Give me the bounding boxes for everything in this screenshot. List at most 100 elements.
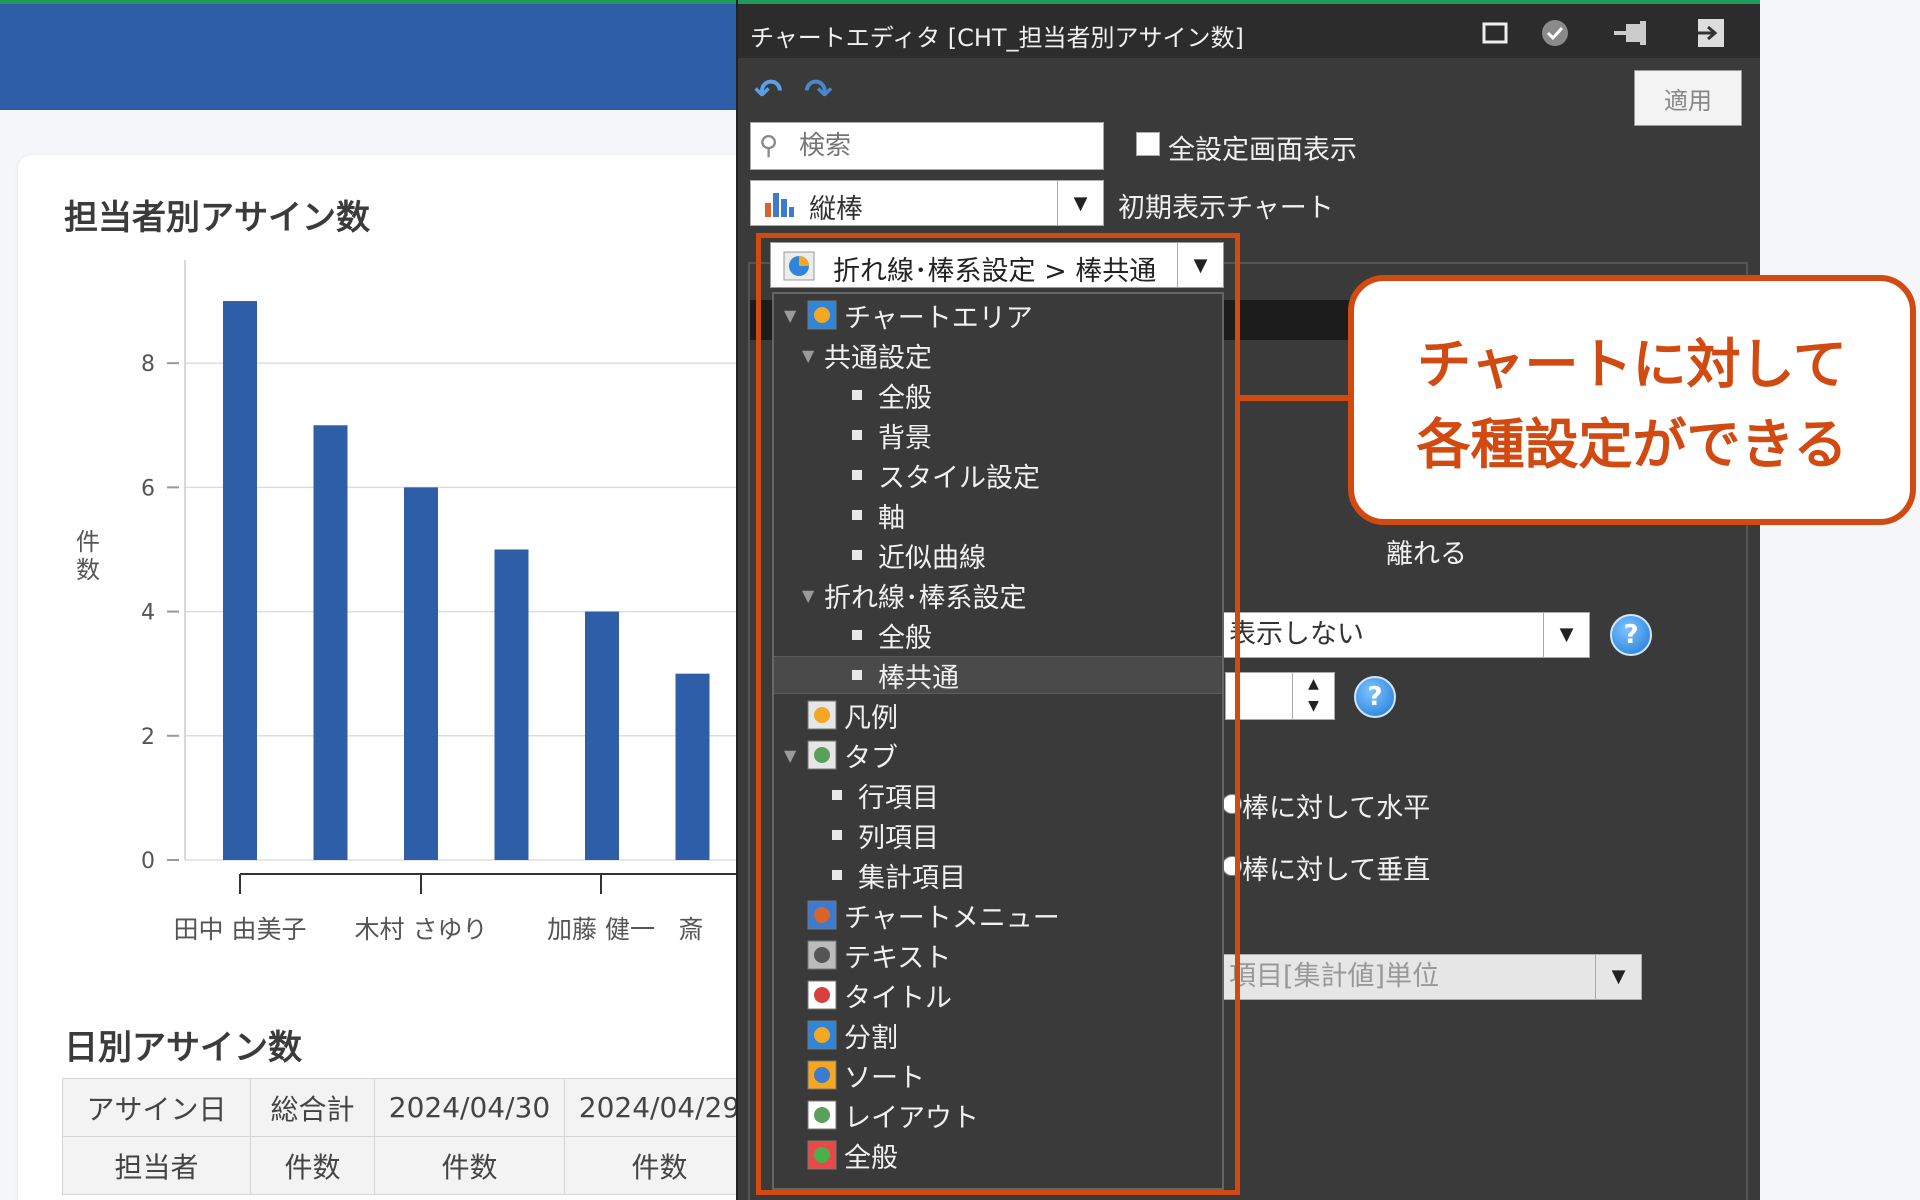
tree-node[interactable]: レイアウト (774, 1096, 1222, 1134)
tree-node[interactable]: 分割 (774, 1016, 1222, 1054)
unit-select[interactable]: 項目[集計値]単位 ▼ (1222, 954, 1642, 1000)
search-input[interactable] (799, 129, 1089, 163)
tree-node-label: タイトル (844, 982, 952, 1014)
table-cell: 件数 (250, 1136, 375, 1195)
pin-icon[interactable] (1612, 16, 1646, 50)
chevron-down-icon[interactable]: ▼ (1543, 613, 1589, 657)
chevron-down-icon[interactable]: ▼ (1595, 955, 1641, 999)
tree-node[interactable]: 背景 (774, 416, 1222, 454)
daily-assign-table: アサイン日 総合計 2024/04/30 2024/04/29 担当者 件数 件… (62, 1078, 755, 1195)
tree-node[interactable]: 軸 (774, 496, 1222, 534)
show-all-checkbox[interactable] (1136, 132, 1160, 156)
sort-icon (807, 1060, 837, 1090)
tree-node-label: 共通設定 (824, 342, 932, 374)
tree-node[interactable]: 近似曲線 (774, 536, 1222, 574)
bullet-icon (852, 670, 862, 680)
dropdown-breadcrumb: 折れ線･棒系設定 > 棒共通 (833, 256, 1157, 287)
legend-icon (807, 700, 837, 730)
tree-node[interactable]: 全般 (774, 1136, 1222, 1174)
number-stepper[interactable]: ▲ ▼ (1225, 672, 1335, 720)
tree-node-label: 全般 (878, 382, 932, 414)
help-icon[interactable]: ? (1354, 676, 1396, 718)
display-select[interactable]: 表示しない ▼ (1222, 612, 1590, 658)
tree-node-label: 全般 (878, 622, 932, 654)
tree-node[interactable]: ソート (774, 1056, 1222, 1094)
tree-node[interactable]: ▼ 折れ線･棒系設定 (774, 576, 1222, 614)
expand-triangle-icon[interactable]: ▼ (784, 306, 806, 325)
layout-icon (807, 1100, 837, 1130)
x-tick-label: 木村 さゆり (355, 915, 488, 944)
chevron-down-icon[interactable]: ▼ (1057, 181, 1103, 225)
bullet-icon (832, 790, 842, 800)
editor-title: チャートエディタ [CHT_担当者別アサイン数] (750, 24, 1244, 52)
tree-node[interactable]: 全般 (774, 376, 1222, 414)
y-tick-label: 4 (141, 601, 155, 626)
tree-node[interactable]: テキスト (774, 936, 1222, 974)
tree-node[interactable]: 集計項目 (774, 856, 1222, 894)
table-subheader-row: 担当者 件数 件数 件数 (62, 1136, 755, 1195)
x-tick-label: 田中 由美子 (174, 915, 307, 944)
stepper-buttons[interactable]: ▲ ▼ (1292, 673, 1334, 719)
tree-node[interactable]: 全般 (774, 616, 1222, 654)
tree-node-label: 凡例 (844, 702, 898, 734)
bullet-icon (852, 630, 862, 640)
chart-type-select[interactable]: 縦棒 ▼ (750, 180, 1104, 226)
tree-node-label: レイアウト (844, 1102, 979, 1134)
chart-menu-icon (807, 900, 837, 930)
table-cell: 2024/04/30 (374, 1078, 565, 1137)
split-icon (807, 1020, 837, 1050)
table-cell: 2024/04/29 (564, 1078, 755, 1137)
tree-node-label: チャートメニュー (844, 902, 1060, 934)
tree-node[interactable]: ▼ 共通設定 (774, 336, 1222, 374)
tree-node[interactable]: 行項目 (774, 776, 1222, 814)
apply-button[interactable]: 適用 (1634, 70, 1742, 126)
tree-node-label: 集計項目 (858, 862, 966, 894)
bar-chart: 0 2 4 6 8 件数田中 由美子 木村 さゆり 加藤 健一斎 (76, 260, 760, 944)
y-tick-label: 8 (141, 352, 155, 377)
tree-node[interactable]: 棒共通 (774, 656, 1222, 694)
redo-icon[interactable]: ↷ (804, 72, 833, 112)
editor-titlebar: チャートエディタ [CHT_担当者別アサイン数] (738, 0, 1760, 58)
pie-icon (807, 300, 837, 330)
initial-chart-label: 初期表示チャート (1118, 193, 1334, 224)
table-title: 日別アサイン数 (64, 1028, 302, 1068)
table-cell: 担当者 (62, 1136, 251, 1195)
bar (675, 673, 710, 860)
chevron-down-icon[interactable]: ▼ (1177, 243, 1223, 287)
exit-icon[interactable] (1694, 16, 1728, 50)
search-icon: ⚲ (759, 131, 779, 161)
settings-dropdown[interactable]: 折れ線･棒系設定 > 棒共通 ▼ (770, 242, 1224, 288)
tree-node[interactable]: スタイル設定 (774, 456, 1222, 494)
help-icon[interactable]: ? (1610, 614, 1652, 656)
tree-node-label: 列項目 (858, 822, 939, 854)
tree-node[interactable]: タイトル (774, 976, 1222, 1014)
maximize-icon[interactable] (1478, 16, 1512, 50)
expand-triangle-icon[interactable]: ▼ (784, 746, 806, 765)
bullet-icon (852, 510, 862, 520)
pie-icon (783, 251, 815, 281)
tree-node[interactable]: 凡例 (774, 696, 1222, 734)
tree-node[interactable]: ▼ タブ (774, 736, 1222, 774)
bar (494, 549, 529, 860)
y-tick-label: 0 (141, 849, 155, 874)
check-icon[interactable] (1538, 16, 1572, 50)
y-axis-label: 数 (76, 556, 100, 584)
expand-triangle-icon[interactable]: ▼ (802, 346, 824, 365)
leave-label: 離れる (1386, 539, 1467, 570)
bar (585, 611, 619, 860)
bar (404, 487, 438, 860)
table-cell: 総合計 (250, 1078, 375, 1137)
search-field[interactable]: ⚲ (750, 122, 1104, 170)
expand-triangle-icon[interactable]: ▼ (802, 586, 824, 605)
tree-node[interactable]: ▼ チャートエリア (774, 296, 1222, 334)
tree-node[interactable]: 列項目 (774, 816, 1222, 854)
unit-select-value: 項目[集計値]単位 (1229, 961, 1440, 992)
radio-vertical-label: 棒に対して垂直 (1242, 855, 1431, 886)
tree-node[interactable]: チャートメニュー (774, 896, 1222, 934)
app-header-bar (0, 0, 760, 110)
settings-tree: ▼ チャートエリア ▼ 共通設定 全般 背景 スタイル設定軸近似曲線 ▼ 折れ線･棒系設定 全般棒… (772, 292, 1224, 1190)
x-tick-label: 加藤 健一 (547, 915, 655, 944)
bullet-icon (852, 550, 862, 560)
bullet-icon (852, 390, 862, 400)
undo-icon[interactable]: ↶ (754, 72, 783, 112)
